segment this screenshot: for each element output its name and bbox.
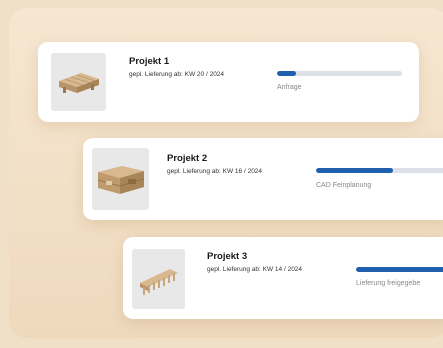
progress-fill xyxy=(277,71,296,76)
project-status: Anfrage xyxy=(277,84,302,91)
furniture-rack-icon xyxy=(140,269,178,295)
project-title: Projekt 3 xyxy=(207,251,248,262)
project-delivery-date: gepl. Lieferung ab: KW 20 / 2024 xyxy=(129,71,225,78)
furniture-bench-icon xyxy=(59,73,99,93)
project-thumbnail xyxy=(51,53,106,111)
project-delivery-date: gepl. Lieferung ab: KW 14 / 2024 xyxy=(207,266,303,273)
project-card-1[interactable]: Projekt 1 gepl. Lieferung ab: KW 20 / 20… xyxy=(38,42,419,122)
project-thumbnail xyxy=(132,249,185,309)
project-title: Projekt 2 xyxy=(167,153,208,164)
progress-bar xyxy=(277,71,402,76)
progress-fill xyxy=(316,168,393,173)
project-thumbnail xyxy=(92,148,149,210)
progress-bar xyxy=(356,267,443,272)
project-card-2[interactable]: Projekt 2 gepl. Lieferung ab: KW 16 / 20… xyxy=(83,138,443,220)
project-card-3[interactable]: Projekt 3 gepl. Lieferung ab: KW 14 / 20… xyxy=(123,237,443,319)
progress-fill xyxy=(356,267,443,272)
furniture-cabinet-icon xyxy=(97,166,145,194)
project-status: Lieferung freigegebe xyxy=(356,280,421,287)
project-status: CAD Feinplanung xyxy=(316,182,372,189)
progress-bar xyxy=(316,168,443,173)
project-delivery-date: gepl. Lieferung ab: KW 16 / 2024 xyxy=(167,168,263,175)
project-title: Projekt 1 xyxy=(129,56,170,67)
